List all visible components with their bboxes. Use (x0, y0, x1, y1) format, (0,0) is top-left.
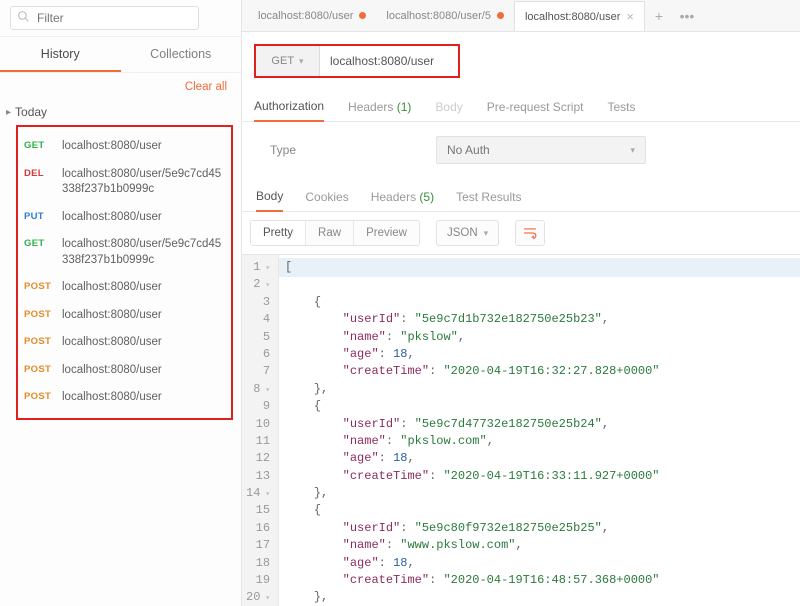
auth-type-label: Type (270, 143, 296, 157)
history-item[interactable]: POST localhost:8080/user (24, 329, 225, 357)
line-gutter: 1234567891011121314151617181920212223242… (242, 255, 279, 606)
resp-tab-cookies[interactable]: Cookies (305, 190, 348, 211)
view-pretty[interactable]: Pretty (251, 221, 306, 245)
sidebar-tabs: History Collections (0, 37, 241, 73)
format-value: JSON (447, 227, 478, 239)
method-badge: POST (24, 336, 54, 347)
unsaved-dot-icon (359, 12, 366, 19)
subtab-authorization[interactable]: Authorization (254, 99, 324, 122)
subtab-tests[interactable]: Tests (607, 100, 635, 121)
caret-down-icon: ▸ (6, 107, 11, 118)
view-preview[interactable]: Preview (354, 221, 419, 245)
method-badge: GET (24, 140, 54, 151)
method-label: GET (271, 55, 294, 67)
history-item[interactable]: POST localhost:8080/user (24, 384, 225, 412)
history-item[interactable]: POST localhost:8080/user (24, 302, 225, 330)
history-item[interactable]: POST localhost:8080/user (24, 357, 225, 385)
filter-bar (0, 0, 241, 37)
clear-all-link[interactable]: Clear all (0, 73, 241, 101)
subtab-headers[interactable]: Headers (1) (348, 100, 411, 121)
method-badge: POST (24, 309, 54, 320)
history-url: localhost:8080/user/5e9c7cd45338f237b1b0… (62, 167, 225, 198)
response-body[interactable]: 1234567891011121314151617181920212223242… (242, 254, 800, 606)
auth-type-select[interactable]: No Auth ▾ (436, 136, 646, 164)
history-item[interactable]: GET localhost:8080/user/5e9c7cd45338f237b… (24, 231, 225, 274)
filter-input[interactable] (10, 6, 199, 30)
format-select[interactable]: JSON ▾ (436, 220, 499, 246)
history-url: localhost:8080/user (62, 390, 225, 406)
response-tabs: Body Cookies Headers (5) Test Results (242, 182, 800, 212)
method-select[interactable]: GET ▾ (256, 46, 320, 76)
method-badge: DEL (24, 168, 54, 179)
request-tab[interactable]: localhost:8080/user (248, 1, 376, 31)
history-item[interactable]: GET localhost:8080/user (24, 133, 225, 161)
tab-overflow-button[interactable]: ••• (673, 8, 701, 24)
history-url: localhost:8080/user (62, 363, 225, 379)
resp-tab-body[interactable]: Body (256, 189, 283, 212)
url-value: localhost:8080/user (330, 54, 434, 68)
resp-tab-test-results[interactable]: Test Results (456, 190, 521, 211)
history-url: localhost:8080/user (62, 280, 225, 296)
history-item[interactable]: PUT localhost:8080/user (24, 204, 225, 232)
sidebar: History Collections Clear all ▸ Today GE… (0, 0, 242, 606)
tab-label: localhost:8080/user (525, 11, 620, 23)
close-icon[interactable]: × (626, 9, 634, 24)
search-icon (17, 10, 30, 26)
chevron-down-icon: ▾ (484, 228, 489, 239)
add-tab-button[interactable]: + (645, 8, 673, 24)
request-subtabs: Authorization Headers (1) Body Pre-reque… (242, 92, 800, 122)
wrap-lines-toggle[interactable] (515, 220, 545, 246)
chevron-down-icon: ▾ (299, 56, 304, 67)
history-item[interactable]: DEL localhost:8080/user/5e9c7cd45338f237b… (24, 161, 225, 204)
tab-history[interactable]: History (0, 37, 121, 72)
method-badge: POST (24, 391, 54, 402)
method-badge: GET (24, 238, 54, 249)
auth-row: Type No Auth ▾ (242, 122, 800, 182)
response-controls: Pretty Raw Preview JSON ▾ (242, 212, 800, 254)
history-list: GET localhost:8080/user DEL localhost:8080/… (16, 125, 233, 420)
tab-label: localhost:8080/user/5 (386, 10, 491, 22)
main-panel: localhost:8080/user localhost:8080/user/5… (242, 0, 800, 606)
resp-headers-count: (5) (419, 190, 434, 204)
view-mode-group: Pretty Raw Preview (250, 220, 420, 246)
unsaved-dot-icon (497, 12, 504, 19)
resp-headers-label: Headers (371, 190, 416, 204)
tab-collections[interactable]: Collections (121, 37, 242, 72)
view-raw[interactable]: Raw (306, 221, 354, 245)
subtab-headers-count: (1) (397, 100, 412, 114)
history-url: localhost:8080/user (62, 308, 225, 324)
request-tab[interactable]: localhost:8080/user × (514, 1, 645, 31)
method-badge: POST (24, 364, 54, 375)
url-input[interactable]: localhost:8080/user (320, 46, 458, 76)
history-url: localhost:8080/user (62, 210, 225, 226)
subtab-body[interactable]: Body (435, 100, 462, 121)
code-content: [ { "userId": "5e9c7d1b732e182750e25b23"… (279, 255, 800, 606)
request-row: GET ▾ localhost:8080/user (242, 32, 800, 92)
auth-type-value: No Auth (447, 143, 490, 157)
history-group-header[interactable]: ▸ Today (0, 101, 241, 125)
request-tab[interactable]: localhost:8080/user/5 (376, 1, 514, 31)
history-url: localhost:8080/user/5e9c7cd45338f237b1b0… (62, 237, 225, 268)
history-group-label: Today (15, 105, 47, 119)
history-url: localhost:8080/user (62, 335, 225, 351)
request-tab-bar: localhost:8080/user localhost:8080/user/5… (242, 0, 800, 32)
method-badge: POST (24, 281, 54, 292)
subtab-prerequest[interactable]: Pre-request Script (487, 100, 584, 121)
tab-label: localhost:8080/user (258, 10, 353, 22)
history-url: localhost:8080/user (62, 139, 225, 155)
resp-tab-headers[interactable]: Headers (5) (371, 190, 434, 211)
method-badge: PUT (24, 211, 54, 222)
history-item[interactable]: POST localhost:8080/user (24, 274, 225, 302)
subtab-headers-label: Headers (348, 100, 393, 114)
chevron-down-icon: ▾ (630, 145, 635, 156)
